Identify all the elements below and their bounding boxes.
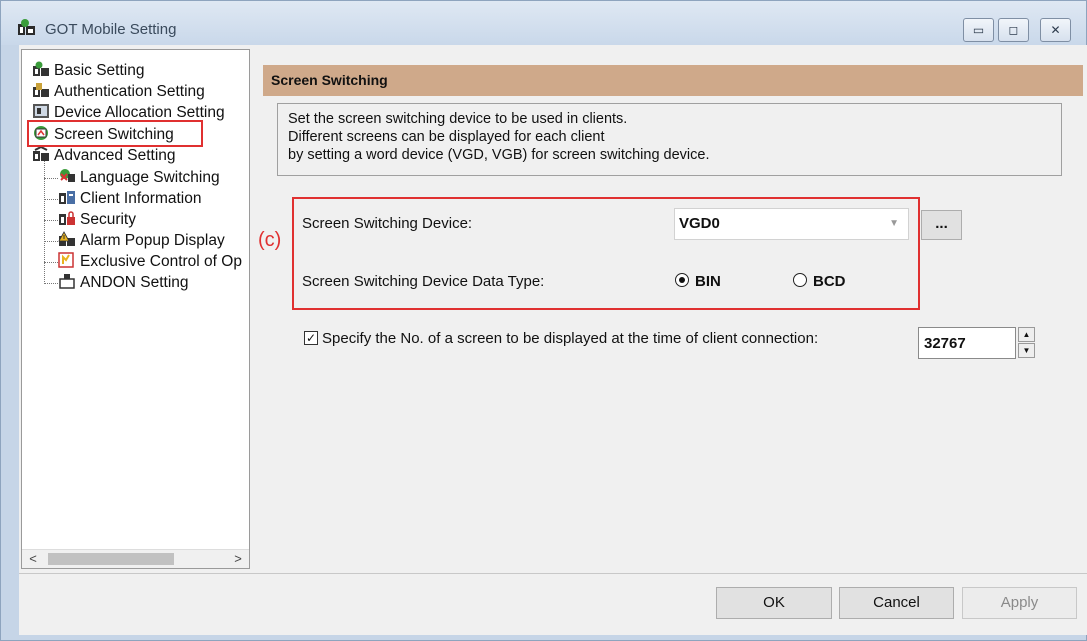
spin-down-icon[interactable]: ▼ (1018, 343, 1035, 358)
window-title: GOT Mobile Setting (45, 21, 177, 38)
title-bar[interactable]: GOT Mobile Setting ▭ ◻ ✕ (1, 1, 1086, 45)
tree-item-label: ANDON Setting (80, 274, 189, 291)
minimize-button[interactable]: ▭ (963, 18, 994, 42)
settings-tree[interactable]: Basic Setting Authentication Setting Dev… (21, 49, 250, 569)
specify-screen-checkbox[interactable]: ✓ (304, 331, 318, 345)
maximize-icon: ◻ (1008, 23, 1019, 37)
security-icon (59, 211, 75, 225)
description-line: by setting a word device (VGD, VGB) for … (288, 147, 710, 163)
tree-item-advanced-setting[interactable]: Advanced Setting (32, 146, 176, 166)
specify-screen-label[interactable]: Specify the No. of a screen to be displa… (322, 330, 818, 347)
language-switching-icon (60, 169, 75, 182)
ok-button[interactable]: OK (716, 587, 832, 619)
scrollbar-thumb[interactable] (48, 553, 174, 565)
tree-item-label: Language Switching (80, 169, 220, 186)
tree-item-exclusive-control[interactable]: Exclusive Control of Op (58, 252, 242, 272)
close-icon: ✕ (1050, 23, 1061, 37)
exclusive-control-icon (58, 252, 74, 268)
tree-branch (44, 178, 58, 179)
description-line: Different screens can be displayed for e… (288, 129, 605, 145)
check-icon: ✓ (305, 331, 317, 345)
tree-item-label: Advanced Setting (54, 147, 176, 164)
advanced-setting-icon (33, 146, 49, 161)
tree-item-authentication-setting[interactable]: Authentication Setting (32, 82, 205, 102)
device-value: VGD0 (679, 215, 720, 232)
apply-button[interactable]: Apply (962, 587, 1077, 619)
tree-item-language-switching[interactable]: Language Switching (58, 168, 220, 188)
data-type-label: Screen Switching Device Data Type: (302, 273, 545, 290)
radio-bin[interactable] (675, 273, 689, 287)
radio-bcd-label[interactable]: BCD (813, 273, 846, 290)
close-button[interactable]: ✕ (1040, 18, 1071, 42)
browse-device-button[interactable]: ... (921, 210, 962, 240)
device-label: Screen Switching Device: (302, 215, 473, 232)
screen-number-input[interactable]: 32767 (918, 327, 1016, 359)
tree-item-label: Device Allocation Setting (54, 104, 225, 121)
tree-item-label: Exclusive Control of Op (80, 253, 242, 270)
basic-setting-icon (33, 61, 49, 76)
andon-setting-icon (59, 274, 75, 289)
tree-item-label: Authentication Setting (54, 83, 205, 100)
tree-item-client-information[interactable]: Client Information (58, 189, 201, 209)
tree-branch (44, 241, 58, 242)
client-information-icon (59, 191, 75, 204)
annotation-label: (c) (258, 229, 282, 251)
tree-item-label: Security (80, 211, 136, 228)
radio-bcd[interactable] (793, 273, 807, 287)
tree-item-label: Client Information (80, 190, 202, 207)
screen-number-value: 32767 (924, 335, 966, 352)
tree-branch (44, 199, 58, 200)
tree-item-label: Basic Setting (54, 62, 145, 79)
tree-item-security[interactable]: Security (58, 210, 136, 230)
radio-selected-dot (678, 276, 685, 283)
dialog-client-area: Basic Setting Authentication Setting Dev… (19, 45, 1087, 635)
tree-item-basic-setting[interactable]: Basic Setting (32, 61, 144, 81)
screen-number-spinner[interactable]: ▲ ▼ (1018, 327, 1035, 359)
tree-horizontal-scrollbar[interactable]: < > (22, 549, 249, 568)
tree-item-label: Alarm Popup Display (80, 232, 225, 249)
cancel-button[interactable]: Cancel (839, 587, 954, 619)
tree-branch (44, 262, 58, 263)
device-allocation-icon (33, 104, 49, 118)
highlight-box-screen-switching (27, 120, 203, 147)
chevron-down-icon[interactable]: ▼ (889, 218, 899, 229)
alarm-popup-icon (58, 231, 75, 246)
dialog-window: GOT Mobile Setting ▭ ◻ ✕ Basic Setting A… (0, 0, 1087, 641)
section-header: Screen Switching (263, 65, 1083, 96)
footer-separator (19, 573, 1087, 574)
tree-branch (44, 220, 58, 221)
app-icon (18, 19, 35, 35)
authentication-icon (33, 83, 49, 97)
radio-bin-label[interactable]: BIN (695, 273, 721, 290)
tree-item-alarm-popup-display[interactable]: Alarm Popup Display (58, 231, 225, 251)
maximize-button[interactable]: ◻ (998, 18, 1029, 42)
description-box: Set the screen switching device to be us… (277, 103, 1062, 176)
tree-item-andon-setting[interactable]: ANDON Setting (58, 273, 189, 293)
scroll-left-icon[interactable]: < (24, 550, 42, 568)
tree-branch (44, 283, 58, 284)
device-combobox[interactable]: VGD0 ▼ (674, 208, 909, 240)
scroll-right-icon[interactable]: > (229, 550, 247, 568)
spin-up-icon[interactable]: ▲ (1018, 327, 1035, 342)
description-line: Set the screen switching device to be us… (288, 111, 628, 127)
minimize-icon: ▭ (972, 23, 985, 37)
